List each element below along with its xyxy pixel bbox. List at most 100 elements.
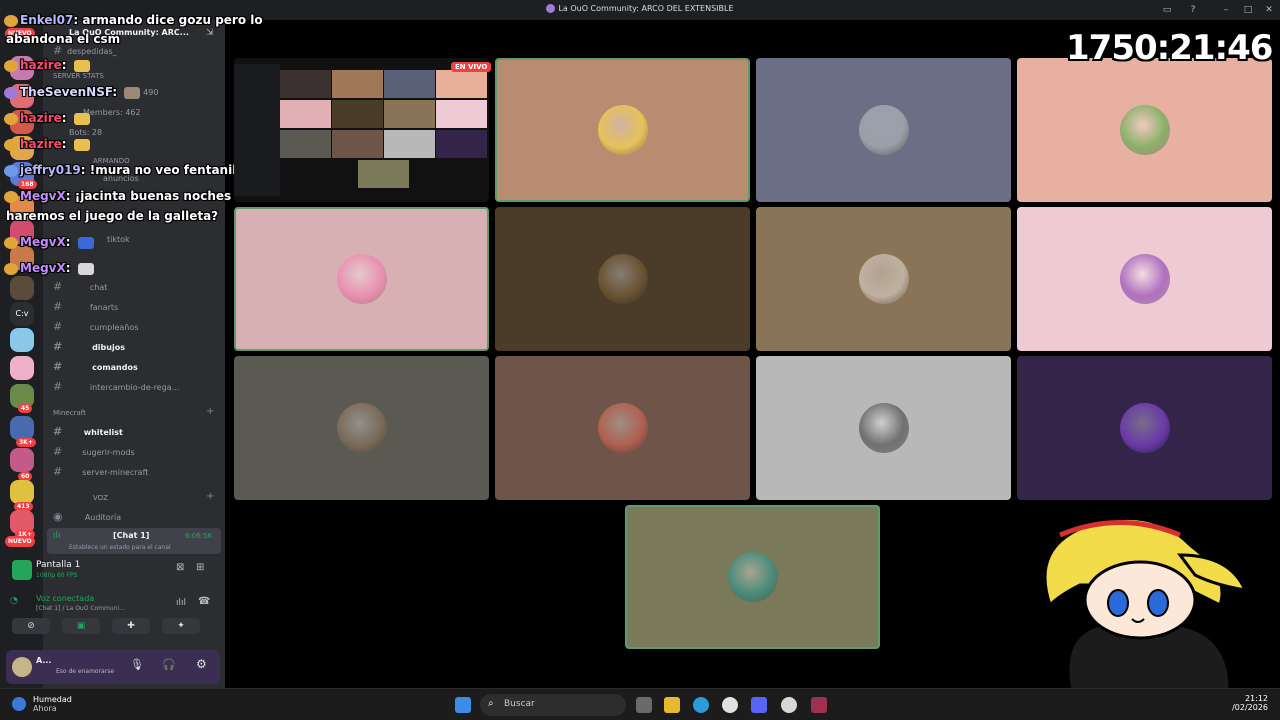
stream-settings-icon[interactable]: ⊞ [196,562,204,573]
weather-widget[interactable]: Humedad Ahora [33,695,72,713]
voice-channel-item[interactable]: ◉ Auditoría [53,510,121,523]
mascot-illustration [1043,516,1248,690]
close-button[interactable]: ✕ [1262,3,1276,17]
windows-start-icon[interactable] [455,697,471,713]
avatar [1119,403,1170,453]
invite-icon[interactable]: ⇲ [206,28,214,38]
video-tile[interactable] [495,207,750,351]
weather-title: Humedad [33,695,72,704]
channel-item[interactable]: # cumpleaños [53,320,138,333]
avatar [858,403,909,453]
video-tile[interactable] [1017,58,1272,202]
channel-item[interactable]: # server-minecraft [53,465,148,478]
voice-channel[interactable]: [Chat 1] / La OuO Communi... [36,605,125,612]
help-icon[interactable]: ? [1186,3,1200,17]
channel-item[interactable]: # fanarts [53,300,118,313]
video-tile[interactable] [756,58,1011,202]
video-tile[interactable] [495,58,750,202]
voice-status: Voz conectada [36,594,95,603]
avatar [1119,254,1170,304]
microphone-icon[interactable]: 🎙 [130,658,144,671]
stop-stream-icon[interactable]: ⊠ [176,562,184,573]
video-tile[interactable] [234,356,489,500]
server-icon[interactable] [10,448,34,472]
system-clock[interactable]: 21:12 /02/2026 [1224,694,1268,712]
screen-share-tile[interactable] [234,58,489,202]
mini-tile [280,100,331,128]
noise-icon[interactable]: ılıl [176,598,186,608]
category-server-stats[interactable]: SERVER STATS [53,72,104,80]
video-tile[interactable] [756,356,1011,500]
disconnect-icon[interactable]: ☎ [198,596,210,607]
mini-tile [384,70,435,98]
channel-item[interactable]: tiktok [107,235,130,244]
mini-tile [384,130,435,158]
server-icon[interactable] [10,356,34,380]
app-icon[interactable] [811,697,827,713]
server-icon[interactable]: C:v [10,302,34,326]
mini-tile [384,100,435,128]
activities-button[interactable]: ✚ [112,618,150,634]
channel-item[interactable]: # comandos [53,360,138,373]
video-tile[interactable] [1017,356,1272,500]
avatar [597,403,648,453]
channel-item[interactable]: # sugerir-mods [53,445,135,458]
channel-item[interactable]: # chat [53,280,107,293]
discord-icon[interactable] [751,697,767,713]
window-title: La OuO Community: ARCO DEL EXTENSIBLE [0,4,1280,13]
category-voz[interactable]: VOZ [93,494,108,502]
stats-bots: Bots: 28 [69,128,103,137]
file-explorer-icon[interactable] [664,697,680,713]
avatar[interactable] [12,657,32,677]
channel-item[interactable]: # dibujos [53,340,125,353]
video-tile[interactable] [234,207,489,351]
crown-icon [4,14,18,27]
category-minecraft[interactable]: Minecraft [53,409,86,417]
hash-icon: # [53,425,63,438]
channel-item[interactable]: # whitelist [53,425,123,438]
emote-icon [73,112,90,125]
maximize-button[interactable]: □ [1241,3,1255,17]
edge-icon[interactable] [693,697,709,713]
minimize-button[interactable]: – [1219,3,1233,17]
video-tile[interactable] [756,207,1011,351]
voice-channel-chat1[interactable]: ılı [Chat 1] 6:06:56 Establece un estado… [47,528,221,554]
share-screen-button[interactable]: ▣ [62,618,100,634]
camera-off-button[interactable]: ⊘ [12,618,50,634]
chat1-status: Establece un estado para el canal [69,544,171,551]
hash-icon: # [53,300,63,313]
server-icon[interactable] [10,276,34,300]
emote-icon [124,86,141,99]
chat-message: TheSevenNSF: [4,85,141,99]
user-panel: A... Eso de enamorarse 🎙 🎧 ⚙ [6,650,220,684]
video-tile[interactable] [495,356,750,500]
hash-icon: # [53,320,63,333]
avatar [597,105,648,155]
badge: 3K+ [16,438,36,447]
badge-icon [4,236,18,249]
inbox-icon[interactable]: ▭ [1160,3,1174,17]
hash-icon: # [53,340,63,353]
badge-icon [4,262,18,275]
video-tile[interactable] [1017,207,1272,351]
gear-icon[interactable]: ⚙ [196,657,207,671]
obs-icon[interactable] [722,697,738,713]
server-icon[interactable] [10,416,34,440]
video-tile[interactable] [625,505,880,649]
server-icon[interactable] [10,328,34,352]
avatar [1119,105,1170,155]
add-channel-icon[interactable]: + [206,491,214,502]
task-view-icon[interactable] [636,697,652,713]
server-icon[interactable] [10,480,34,504]
screen-share-icon [12,560,32,580]
app-icon[interactable] [781,697,797,713]
soundboard-button[interactable]: ✦ [162,618,200,634]
headphones-icon[interactable]: 🎧 [162,658,176,671]
add-channel-icon[interactable]: + [206,406,214,417]
mini-tile [280,70,331,98]
search-placeholder: Buscar [504,699,535,709]
chat-message: MegvX: [4,261,94,275]
taskbar-search[interactable]: ⌕ Buscar [480,694,626,716]
channel-item[interactable]: # intercambio-de-rega... [53,380,179,393]
hash-icon: # [53,380,63,393]
